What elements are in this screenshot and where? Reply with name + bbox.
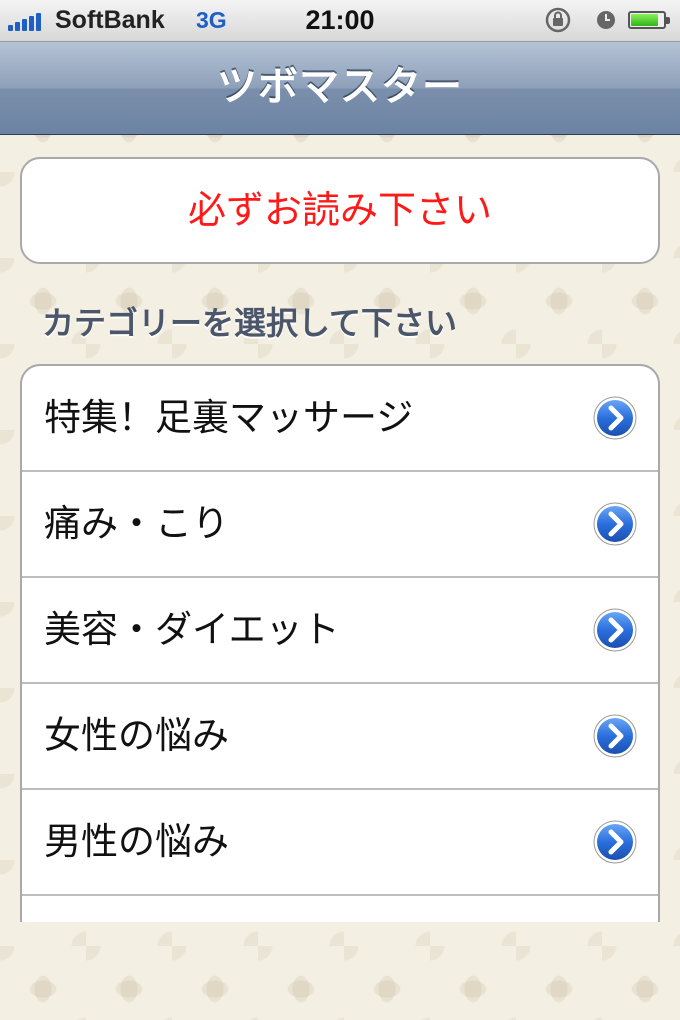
category-item-label: 美容・ダイエット: [44, 608, 340, 651]
alarm-icon: [597, 11, 615, 29]
category-list-viewport[interactable]: 特集！足裏マッサージ 痛み・こり 美容・ダイエット 女性の悩み 男性の悩み: [0, 364, 680, 922]
rotation-lock-icon: [545, 7, 571, 33]
status-time: 21:00: [305, 5, 375, 35]
status-bar: SoftBank 3G 21:00: [0, 0, 680, 42]
category-item-men[interactable]: 男性の悩み: [22, 790, 658, 896]
disclosure-arrow-icon[interactable]: [592, 607, 638, 653]
navigation-bar: ツボマスター: [0, 42, 680, 135]
disclosure-arrow-icon[interactable]: [592, 819, 638, 865]
page-title: ツボマスター: [217, 64, 463, 110]
category-item-partial[interactable]: [22, 896, 658, 922]
category-list: 特集！足裏マッサージ 痛み・こり 美容・ダイエット 女性の悩み 男性の悩み: [20, 364, 660, 922]
battery-icon: [628, 11, 670, 29]
category-item-beauty[interactable]: 美容・ダイエット: [22, 578, 658, 684]
category-item-label: 痛み・こり: [44, 502, 229, 545]
disclosure-arrow-icon[interactable]: [592, 713, 638, 759]
category-item-women[interactable]: 女性の悩み: [22, 684, 658, 790]
disclosure-arrow-icon[interactable]: [592, 395, 638, 441]
disclosure-arrow-icon[interactable]: [592, 501, 638, 547]
read-notice-button[interactable]: 必ずお読み下さい: [20, 157, 660, 264]
category-item-pain[interactable]: 痛み・こり: [22, 472, 658, 578]
category-section-header: カテゴリーを選択して下さい: [42, 304, 458, 342]
category-item-label: 特集！足裏マッサージ: [44, 396, 414, 439]
category-item-label: 男性の悩み: [44, 820, 229, 863]
battery-level: [631, 14, 658, 26]
category-item-foot-massage[interactable]: 特集！足裏マッサージ: [22, 366, 658, 472]
category-item-label: 女性の悩み: [44, 714, 229, 757]
